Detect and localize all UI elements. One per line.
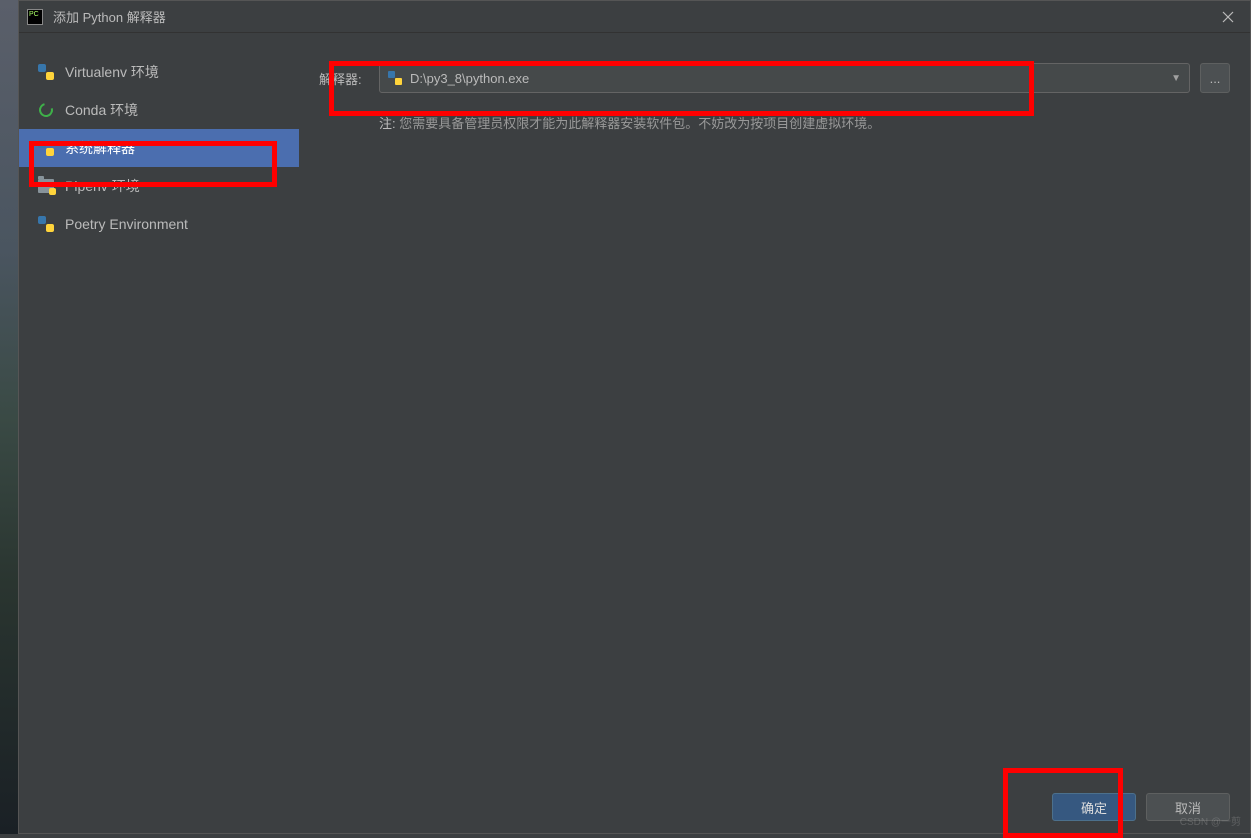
desktop-background-strip bbox=[0, 0, 18, 834]
ok-button[interactable]: 确定 bbox=[1052, 793, 1136, 821]
cancel-button[interactable]: 取消 bbox=[1146, 793, 1230, 821]
sidebar-item-label: Conda 环境 bbox=[65, 100, 138, 120]
admin-note-text: 注: 您需要具备管理员权限才能为此解释器安装软件包。不妨改为按项目创建虚拟环境。 bbox=[379, 113, 1230, 132]
interpreter-row: 解释器: D:\py3_8\python.exe ▼ ... bbox=[319, 63, 1230, 93]
ellipsis-icon: ... bbox=[1210, 71, 1221, 86]
sidebar-item-label: Virtualenv 环境 bbox=[65, 62, 159, 82]
dialog-body: Virtualenv 环境 Conda 环境 系统解释器 Pipenv 环境 P… bbox=[19, 33, 1250, 781]
interpreter-path-text: D:\py3_8\python.exe bbox=[410, 71, 1171, 86]
ok-button-label: 确定 bbox=[1081, 798, 1107, 817]
sidebar-item-system-interpreter[interactable]: 系统解释器 bbox=[19, 129, 299, 167]
add-interpreter-dialog: 添加 Python 解释器 Virtualenv 环境 Conda 环境 系统解… bbox=[18, 0, 1251, 834]
browse-button[interactable]: ... bbox=[1200, 63, 1230, 93]
main-panel: 解释器: D:\py3_8\python.exe ▼ ... 注: 您需要具备管… bbox=[299, 33, 1250, 781]
interpreter-dropdown[interactable]: D:\py3_8\python.exe ▼ bbox=[379, 63, 1190, 93]
close-icon bbox=[1222, 11, 1234, 23]
sidebar-item-label: Poetry Environment bbox=[65, 216, 188, 232]
folder-python-icon bbox=[37, 177, 55, 195]
chevron-down-icon: ▼ bbox=[1171, 73, 1181, 84]
python-icon bbox=[37, 63, 55, 81]
interpreter-label: 解释器: bbox=[319, 69, 369, 88]
note-body: 您需要具备管理员权限才能为此解释器安装软件包。不妨改为按项目创建虚拟环境。 bbox=[396, 116, 881, 131]
cancel-button-label: 取消 bbox=[1175, 798, 1201, 817]
sidebar-item-conda[interactable]: Conda 环境 bbox=[19, 91, 299, 129]
sidebar: Virtualenv 环境 Conda 环境 系统解释器 Pipenv 环境 P… bbox=[19, 33, 299, 781]
window-title: 添加 Python 解释器 bbox=[53, 7, 1214, 26]
dialog-footer: 确定 取消 bbox=[19, 781, 1250, 833]
sidebar-item-poetry[interactable]: Poetry Environment bbox=[19, 205, 299, 243]
python-icon bbox=[37, 139, 55, 157]
close-button[interactable] bbox=[1214, 3, 1242, 31]
sidebar-item-virtualenv[interactable]: Virtualenv 环境 bbox=[19, 53, 299, 91]
python-icon bbox=[37, 215, 55, 233]
note-prefix: 注: bbox=[379, 116, 396, 131]
python-icon bbox=[388, 71, 402, 85]
conda-icon bbox=[37, 101, 55, 119]
sidebar-item-label: Pipenv 环境 bbox=[65, 176, 140, 196]
sidebar-item-label: 系统解释器 bbox=[65, 138, 135, 158]
sidebar-item-pipenv[interactable]: Pipenv 环境 bbox=[19, 167, 299, 205]
titlebar: 添加 Python 解释器 bbox=[19, 1, 1250, 33]
pycharm-icon bbox=[27, 9, 43, 25]
